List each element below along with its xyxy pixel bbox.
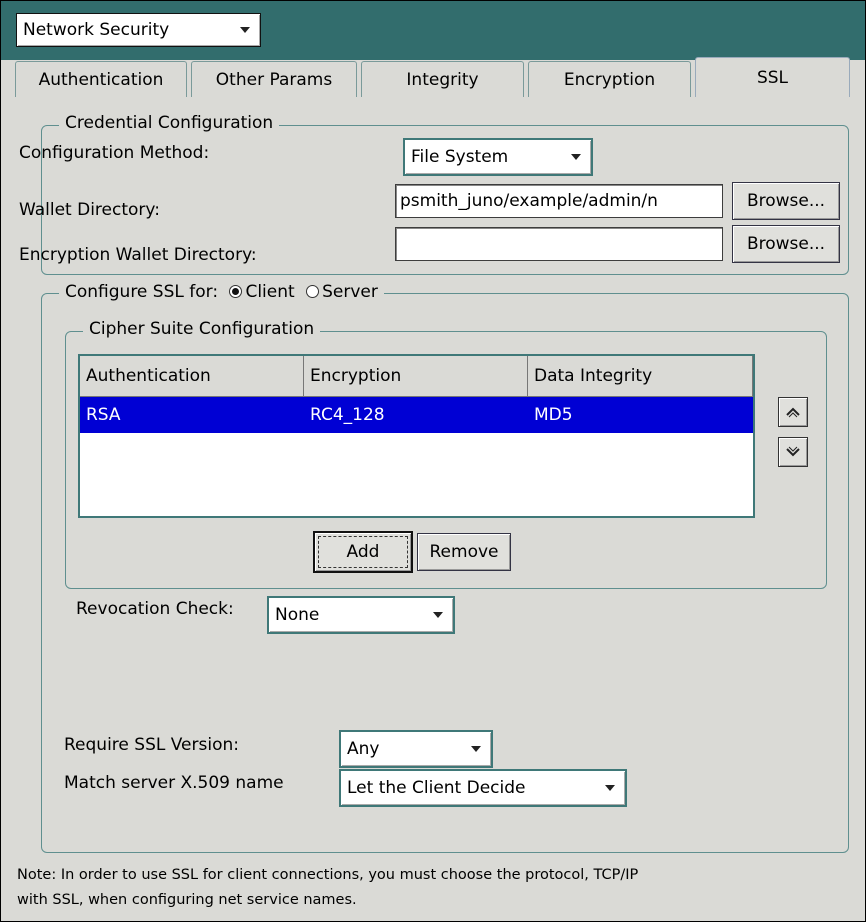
column-header-data-integrity[interactable]: Data Integrity xyxy=(528,356,753,396)
match-server-dropdown[interactable]: Let the Client Decide xyxy=(339,769,627,807)
category-dropdown[interactable]: Network Security xyxy=(16,13,261,47)
server-radio[interactable]: Server xyxy=(306,282,378,302)
tab-encryption[interactable]: Encryption xyxy=(528,61,691,97)
tab-other-params[interactable]: Other Params xyxy=(191,61,357,97)
tab-label: Other Params xyxy=(215,69,333,90)
chevron-down-icon xyxy=(786,446,800,457)
note-line-1: Note: In order to use SSL for client con… xyxy=(17,867,639,883)
client-radio-label: Client xyxy=(245,282,295,302)
add-cipher-button[interactable]: Add xyxy=(313,531,413,573)
note-line-2: with SSL, when configuring net service n… xyxy=(17,892,357,908)
require-ssl-version-dropdown[interactable]: Any xyxy=(339,730,493,768)
category-dropdown-value: Network Security xyxy=(23,20,170,40)
revocation-check-value: None xyxy=(275,605,320,625)
move-down-button[interactable] xyxy=(778,437,808,467)
ssl-note: Note: In order to use SSL for client con… xyxy=(17,863,638,913)
require-ssl-version-label: Require SSL Version: xyxy=(64,735,239,755)
column-header-encryption[interactable]: Encryption xyxy=(304,356,528,396)
wallet-directory-field[interactable]: psmith_juno/example/admin/n xyxy=(395,184,723,218)
encryption-wallet-browse-button[interactable]: Browse... xyxy=(732,225,840,263)
require-ssl-version-value: Any xyxy=(347,739,380,759)
configuration-method-value: File System xyxy=(411,147,509,167)
tab-authentication[interactable]: Authentication xyxy=(15,61,187,97)
configure-ssl-legend: Configure SSL for: Client Server xyxy=(59,282,384,302)
encryption-wallet-directory-field[interactable] xyxy=(395,227,723,261)
tab-label: Integrity xyxy=(406,69,479,90)
revocation-check-dropdown[interactable]: None xyxy=(267,596,455,634)
configuration-method-dropdown[interactable]: File System xyxy=(403,138,593,176)
wallet-directory-label: Wallet Directory: xyxy=(19,200,160,220)
credential-configuration-legend: Credential Configuration xyxy=(59,113,280,133)
move-up-button[interactable] xyxy=(778,397,808,427)
tab-label: SSL xyxy=(756,67,789,88)
add-button-label: Add xyxy=(346,542,380,562)
chevron-down-icon xyxy=(240,27,250,33)
configuration-method-label: Configuration Method: xyxy=(19,143,210,163)
cipher-table-header: Authentication Encryption Data Integrity xyxy=(80,356,753,397)
chevron-down-icon xyxy=(433,612,443,618)
remove-cipher-button[interactable]: Remove xyxy=(417,533,511,571)
tab-integrity[interactable]: Integrity xyxy=(361,61,524,97)
server-radio-label: Server xyxy=(322,282,378,302)
cell-authentication: RSA xyxy=(86,405,121,425)
cipher-suite-legend: Cipher Suite Configuration xyxy=(83,319,321,339)
radio-empty-icon xyxy=(306,285,320,298)
tab-label: Encryption xyxy=(563,69,656,90)
match-server-value: Let the Client Decide xyxy=(347,778,526,798)
encryption-wallet-directory-label: Encryption Wallet Directory: xyxy=(19,245,257,265)
radio-selected-icon xyxy=(229,285,243,298)
tab-label: Authentication xyxy=(38,69,164,90)
wallet-browse-button[interactable]: Browse... xyxy=(732,182,840,220)
network-security-panel: Network Security Authentication Other Pa… xyxy=(0,0,866,922)
table-row[interactable]: RSA RC4_128 MD5 xyxy=(80,397,753,433)
chevron-down-icon xyxy=(571,154,581,160)
configure-ssl-label: Configure SSL for: xyxy=(65,282,219,302)
column-header-authentication[interactable]: Authentication xyxy=(80,356,304,396)
client-radio[interactable]: Client xyxy=(229,282,295,302)
match-server-label: Match server X.509 name xyxy=(64,773,284,793)
cell-data-integrity: MD5 xyxy=(534,405,573,425)
chevron-down-icon xyxy=(471,746,481,752)
tab-ssl[interactable]: SSL xyxy=(695,57,850,97)
remove-button-label: Remove xyxy=(429,542,499,562)
chevron-up-icon xyxy=(786,407,800,418)
revocation-check-label: Revocation Check: xyxy=(76,599,234,619)
cell-encryption: RC4_128 xyxy=(310,405,385,425)
cipher-suite-table: Authentication Encryption Data Integrity… xyxy=(78,354,755,518)
chevron-down-icon xyxy=(605,785,615,791)
